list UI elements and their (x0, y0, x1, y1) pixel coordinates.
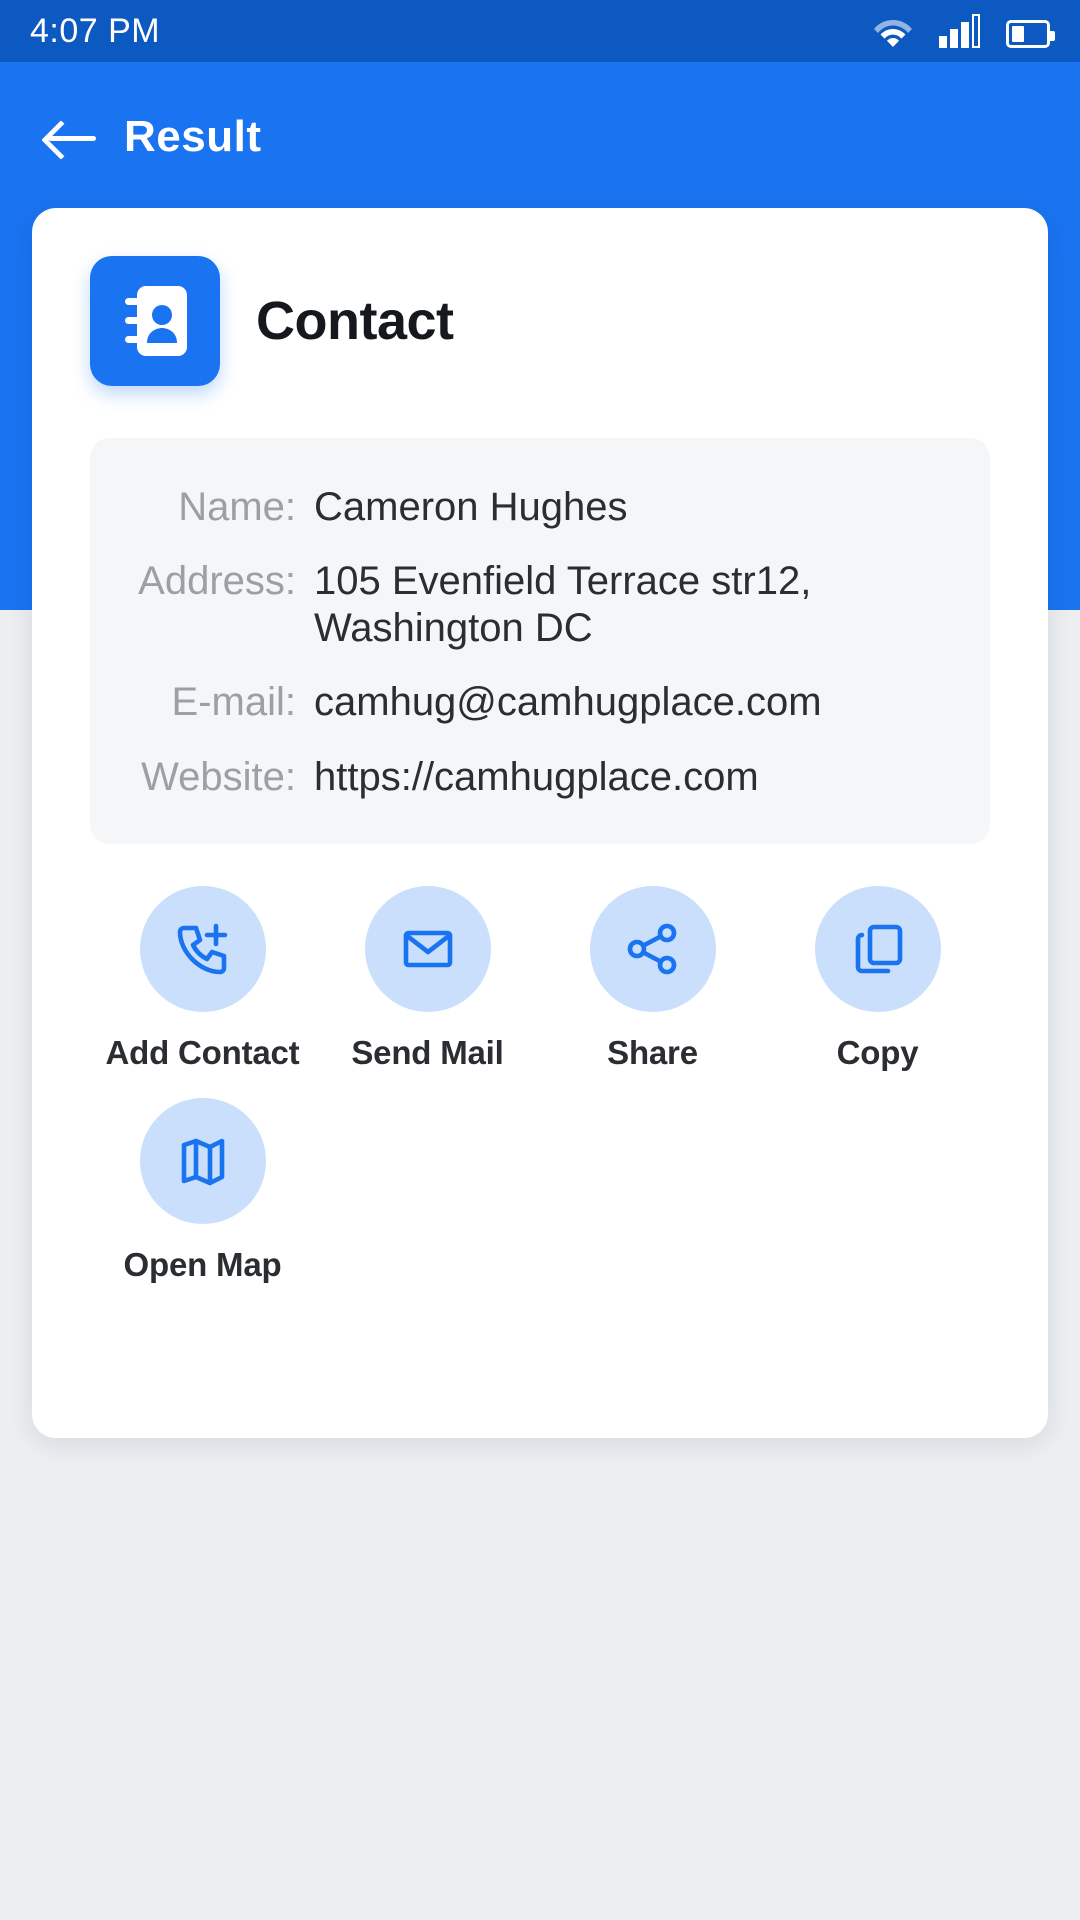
detail-value-website: https://camhugplace.com (314, 754, 759, 799)
detail-label: Name: (178, 485, 296, 529)
detail-label: Address: (138, 559, 296, 604)
map-icon (139, 1097, 266, 1224)
battery-icon (1006, 20, 1055, 48)
detail-label: E-mail: (171, 680, 296, 725)
app-bar: Result (0, 62, 1080, 162)
action-share[interactable]: Share (540, 885, 765, 1072)
cellular-signal-icon (939, 14, 980, 48)
detail-row-website: Website: https://camhugplace.com (124, 754, 956, 800)
detail-value-email: camhug@camhugplace.com (314, 680, 822, 725)
action-add-contact[interactable]: Add Contact (90, 885, 315, 1072)
action-label: Copy (836, 1033, 919, 1071)
app-screen: 4:07 PM Result Contact Name: Cameron Hug… (0, 0, 1080, 1920)
envelope-icon (364, 885, 491, 1012)
status-icon-group (873, 14, 1055, 48)
action-open-map[interactable]: Open Map (90, 1097, 315, 1284)
action-label: Add Contact (105, 1033, 300, 1071)
detail-value-name: Cameron Hughes (314, 485, 628, 529)
action-label: Share (607, 1033, 698, 1071)
contact-details-panel: Name: Cameron Hughes Address: 105 Evenfi… (90, 438, 990, 844)
contact-book-icon (90, 256, 220, 386)
copy-icon (814, 885, 941, 1012)
card-type-title: Contact (256, 291, 454, 351)
status-time: 4:07 PM (30, 11, 161, 50)
detail-row-name: Name: Cameron Hughes (124, 484, 956, 530)
page-title: Result (124, 112, 262, 161)
wifi-icon (873, 14, 913, 48)
action-send-mail[interactable]: Send Mail (315, 885, 540, 1072)
action-button-grid: Add Contact Send Mail Share Copy Open Ma… (90, 885, 990, 1284)
detail-row-address: Address: 105 Evenfield Terrace str12, Wa… (124, 558, 956, 651)
detail-label: Website: (141, 754, 296, 799)
status-bar: 4:07 PM (0, 0, 1080, 62)
action-label: Send Mail (351, 1033, 504, 1071)
detail-row-email: E-mail: camhug@camhugplace.com (124, 679, 956, 725)
result-card: Contact Name: Cameron Hughes Address: 10… (32, 208, 1048, 1438)
action-label: Open Map (123, 1245, 282, 1283)
share-icon (589, 885, 716, 1012)
detail-value-address: 105 Evenfield Terrace str12, Washington … (314, 559, 812, 650)
action-copy[interactable]: Copy (765, 885, 990, 1072)
card-header: Contact (90, 208, 990, 386)
phone-add-icon (139, 885, 266, 1012)
back-arrow-icon[interactable] (46, 117, 98, 157)
